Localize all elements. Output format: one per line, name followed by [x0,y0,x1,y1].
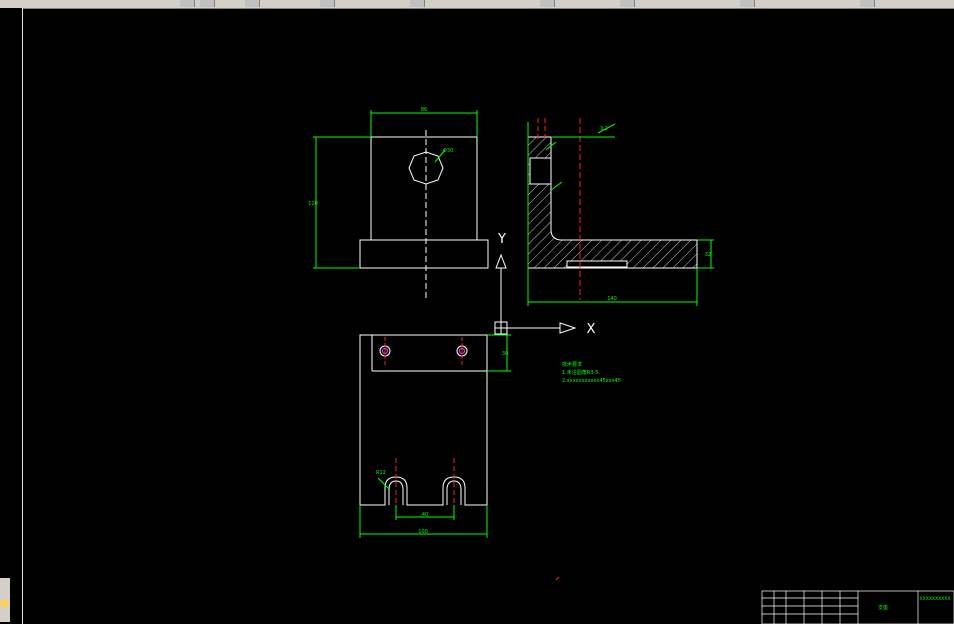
dim-front-width: 100 [418,529,428,535]
dim-side-right: 32 [705,252,711,258]
dim-slot-radius: R12 [376,470,386,476]
print-icon[interactable] [245,0,260,7]
notes-heading: 技术要求 [562,361,582,368]
dim-top-height: 110 [308,201,318,207]
front-view [359,334,511,538]
dim-front-right: 30 [502,351,508,357]
title-block [761,590,954,624]
text-icon[interactable] [740,0,755,7]
layer-icon[interactable] [540,0,555,7]
snap-icon[interactable] [620,0,635,7]
dim-top-width: 86 [421,107,427,113]
title-block-code: XXXXXXXXXX [920,596,951,602]
top-toolbar [0,0,954,9]
properties-icon[interactable] [860,0,875,7]
save-icon[interactable] [200,0,215,7]
marker [555,576,560,581]
notes-line-1: 1.未注圆角R3-5. [562,369,600,376]
dim-hole-dia: Φ30 [443,148,453,154]
dim-side-width: 140 [607,296,617,302]
dim-front-inner: 40 [422,512,428,518]
palette-icon[interactable] [1,600,8,607]
left-palette [0,8,23,624]
axis-y-label: Y [497,232,506,247]
axis-x-label: X [587,322,596,337]
side-view [527,118,714,306]
pan-icon[interactable] [410,0,425,7]
zoom-icon[interactable] [320,0,335,7]
drawing-canvas[interactable]: 86 110 Φ30 140 3.2 32 Y X 100 40 30 R12 … [23,9,954,624]
tool-palette-tab[interactable] [0,578,10,622]
open-icon[interactable] [180,0,195,7]
notes-line-2: 2.xxxxxxxxxxx45xxx45 [562,378,621,384]
top-view [313,110,489,300]
dim-side-small: 3.2 [600,126,608,132]
title-block-label: 支座 [878,604,888,611]
